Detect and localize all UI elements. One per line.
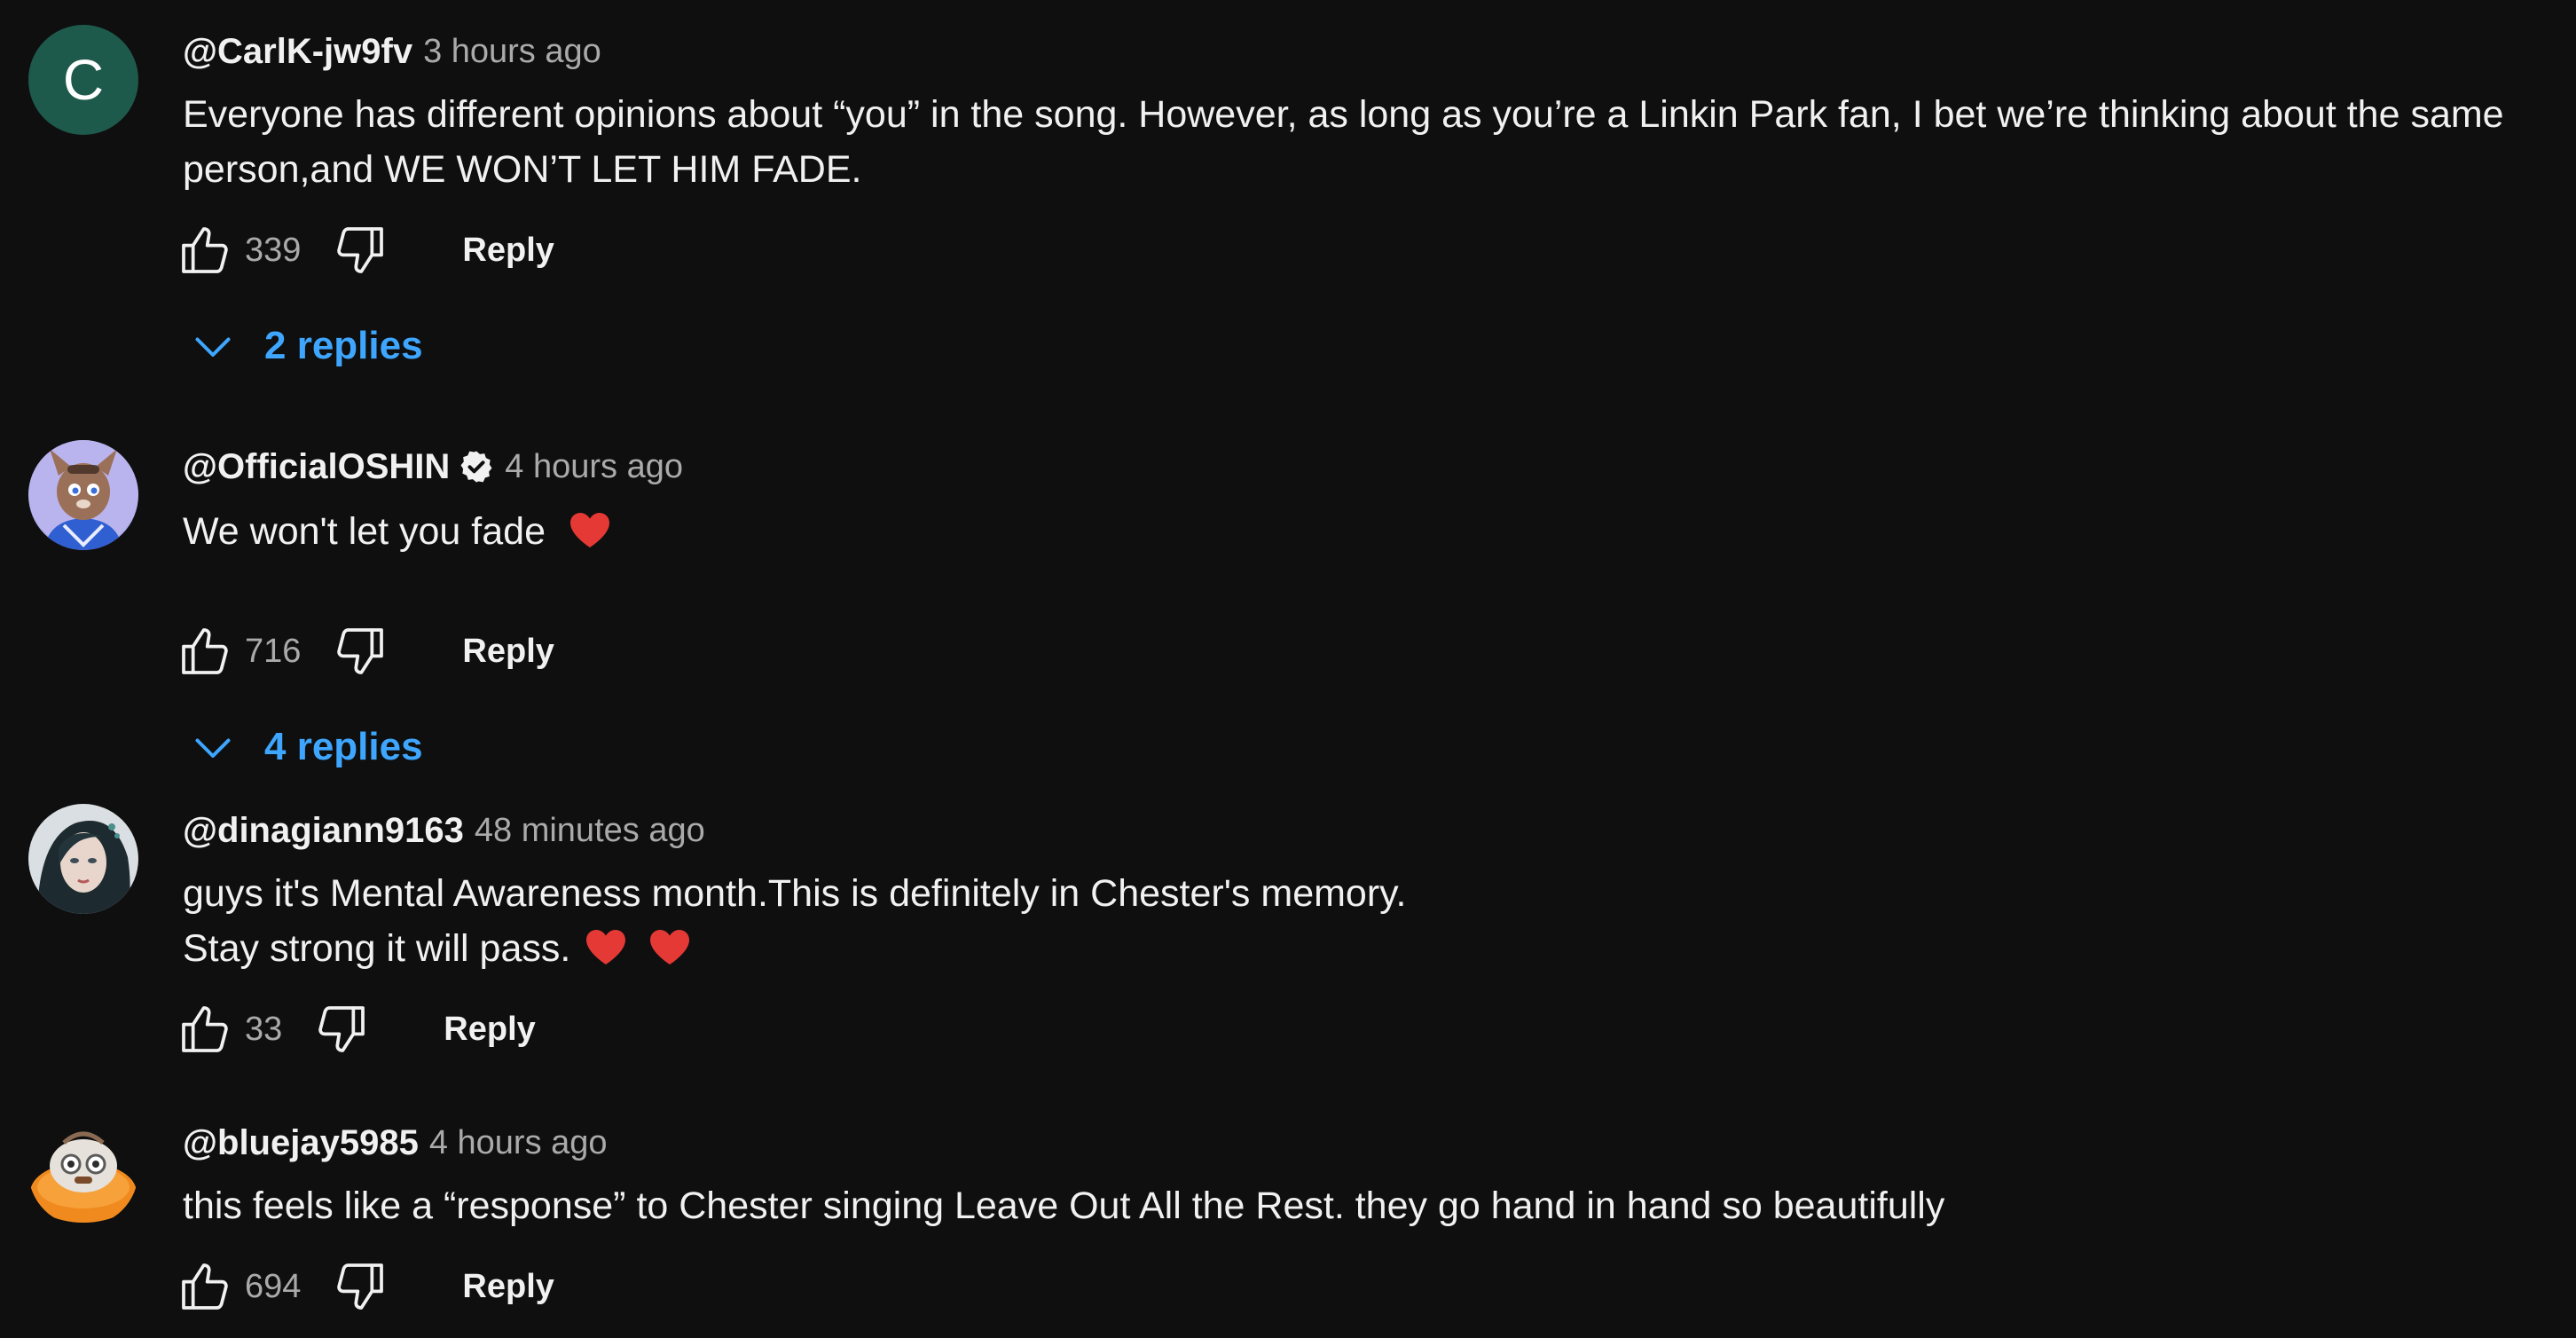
like-count: 33 — [245, 1010, 283, 1048]
comment-header: @CarlK-jw9fv 3 hours ago — [183, 25, 601, 78]
thumbs-down-icon[interactable] — [329, 1255, 391, 1318]
avatar-image — [28, 440, 138, 550]
comment-text-line: Everyone has different opinions about “y… — [183, 93, 2504, 136]
comment-header: @dinagiann9163 48 minutes ago — [183, 804, 705, 857]
comment-author[interactable]: @bluejay5985 — [183, 1123, 419, 1163]
comment-author[interactable]: @OfficialOSHIN — [183, 447, 450, 487]
thumbs-down-icon[interactable] — [310, 998, 373, 1060]
comment-text: Everyone has different opinions about “y… — [183, 87, 2560, 197]
comment-text: We won't let you fade — [183, 504, 2560, 559]
thumbs-up-icon[interactable] — [174, 1255, 236, 1318]
comment-header: @bluejay5985 4 hours ago — [183, 1116, 608, 1169]
red-heart-emoji — [585, 927, 627, 966]
comment-text-line: this feels like a “response” to Chester … — [183, 1185, 1945, 1227]
thumbs-down-icon[interactable] — [329, 219, 391, 281]
comment-timestamp[interactable]: 4 hours ago — [429, 1124, 608, 1162]
comment-timestamp[interactable]: 4 hours ago — [505, 448, 683, 486]
avatar[interactable] — [28, 804, 138, 914]
thumbs-up-icon[interactable] — [174, 998, 236, 1060]
comment-timestamp[interactable]: 3 hours ago — [423, 33, 601, 71]
replies-count-label: 4 replies — [264, 725, 423, 768]
comment-text-line: Stay strong it will pass. — [183, 921, 2560, 976]
comment-text: guys it's Mental Awareness month.This is… — [183, 866, 2560, 976]
comment-text-line: person,and WE WON’T LET HIM FADE. — [183, 148, 862, 191]
comment-timestamp[interactable]: 48 minutes ago — [475, 812, 705, 850]
replies-count-label: 2 replies — [264, 324, 423, 367]
like-count: 716 — [245, 632, 302, 670]
comment-actions: 694 Reply — [174, 1251, 554, 1322]
reply-button[interactable]: Reply — [462, 232, 554, 270]
like-count: 694 — [245, 1267, 302, 1305]
avatar-image — [28, 804, 138, 914]
reply-button[interactable]: Reply — [444, 1011, 535, 1049]
chevron-down-icon — [186, 319, 240, 373]
verified-badge-icon — [459, 449, 494, 484]
comment-text: this feels like a “response” to Chester … — [183, 1178, 2560, 1233]
avatar[interactable]: C — [28, 25, 138, 135]
comment-author[interactable]: @CarlK-jw9fv — [183, 32, 412, 72]
comment-text-content: We won't let you fade — [183, 510, 546, 553]
thumbs-up-icon[interactable] — [174, 620, 236, 682]
thumbs-up-icon[interactable] — [174, 219, 236, 281]
thumbs-down-icon[interactable] — [329, 620, 391, 682]
red-heart-emoji — [569, 510, 611, 549]
comment-actions: 339 Reply — [174, 215, 554, 286]
avatar[interactable] — [28, 1116, 138, 1226]
reply-button[interactable]: Reply — [462, 633, 554, 671]
like-count: 339 — [245, 231, 302, 269]
view-replies-button[interactable]: 2 replies — [186, 311, 423, 382]
comment-actions: 33 Reply — [174, 994, 536, 1065]
comment-actions: 716 Reply — [174, 616, 554, 687]
comment-text-line: We won't let you fade — [183, 504, 2560, 559]
comment-text-content: Stay strong it will pass. — [183, 927, 571, 970]
reply-button[interactable]: Reply — [462, 1268, 554, 1306]
chevron-down-icon — [186, 720, 240, 774]
view-replies-button[interactable]: 4 replies — [186, 712, 423, 783]
comment-author[interactable]: @dinagiann9163 — [183, 811, 464, 851]
red-heart-emoji — [648, 927, 691, 966]
comment-text-line: guys it's Mental Awareness month.This is… — [183, 872, 1407, 915]
avatar-image — [28, 1116, 138, 1226]
avatar[interactable] — [28, 440, 138, 550]
comment-header: @OfficialOSHIN 4 hours ago — [183, 440, 683, 493]
